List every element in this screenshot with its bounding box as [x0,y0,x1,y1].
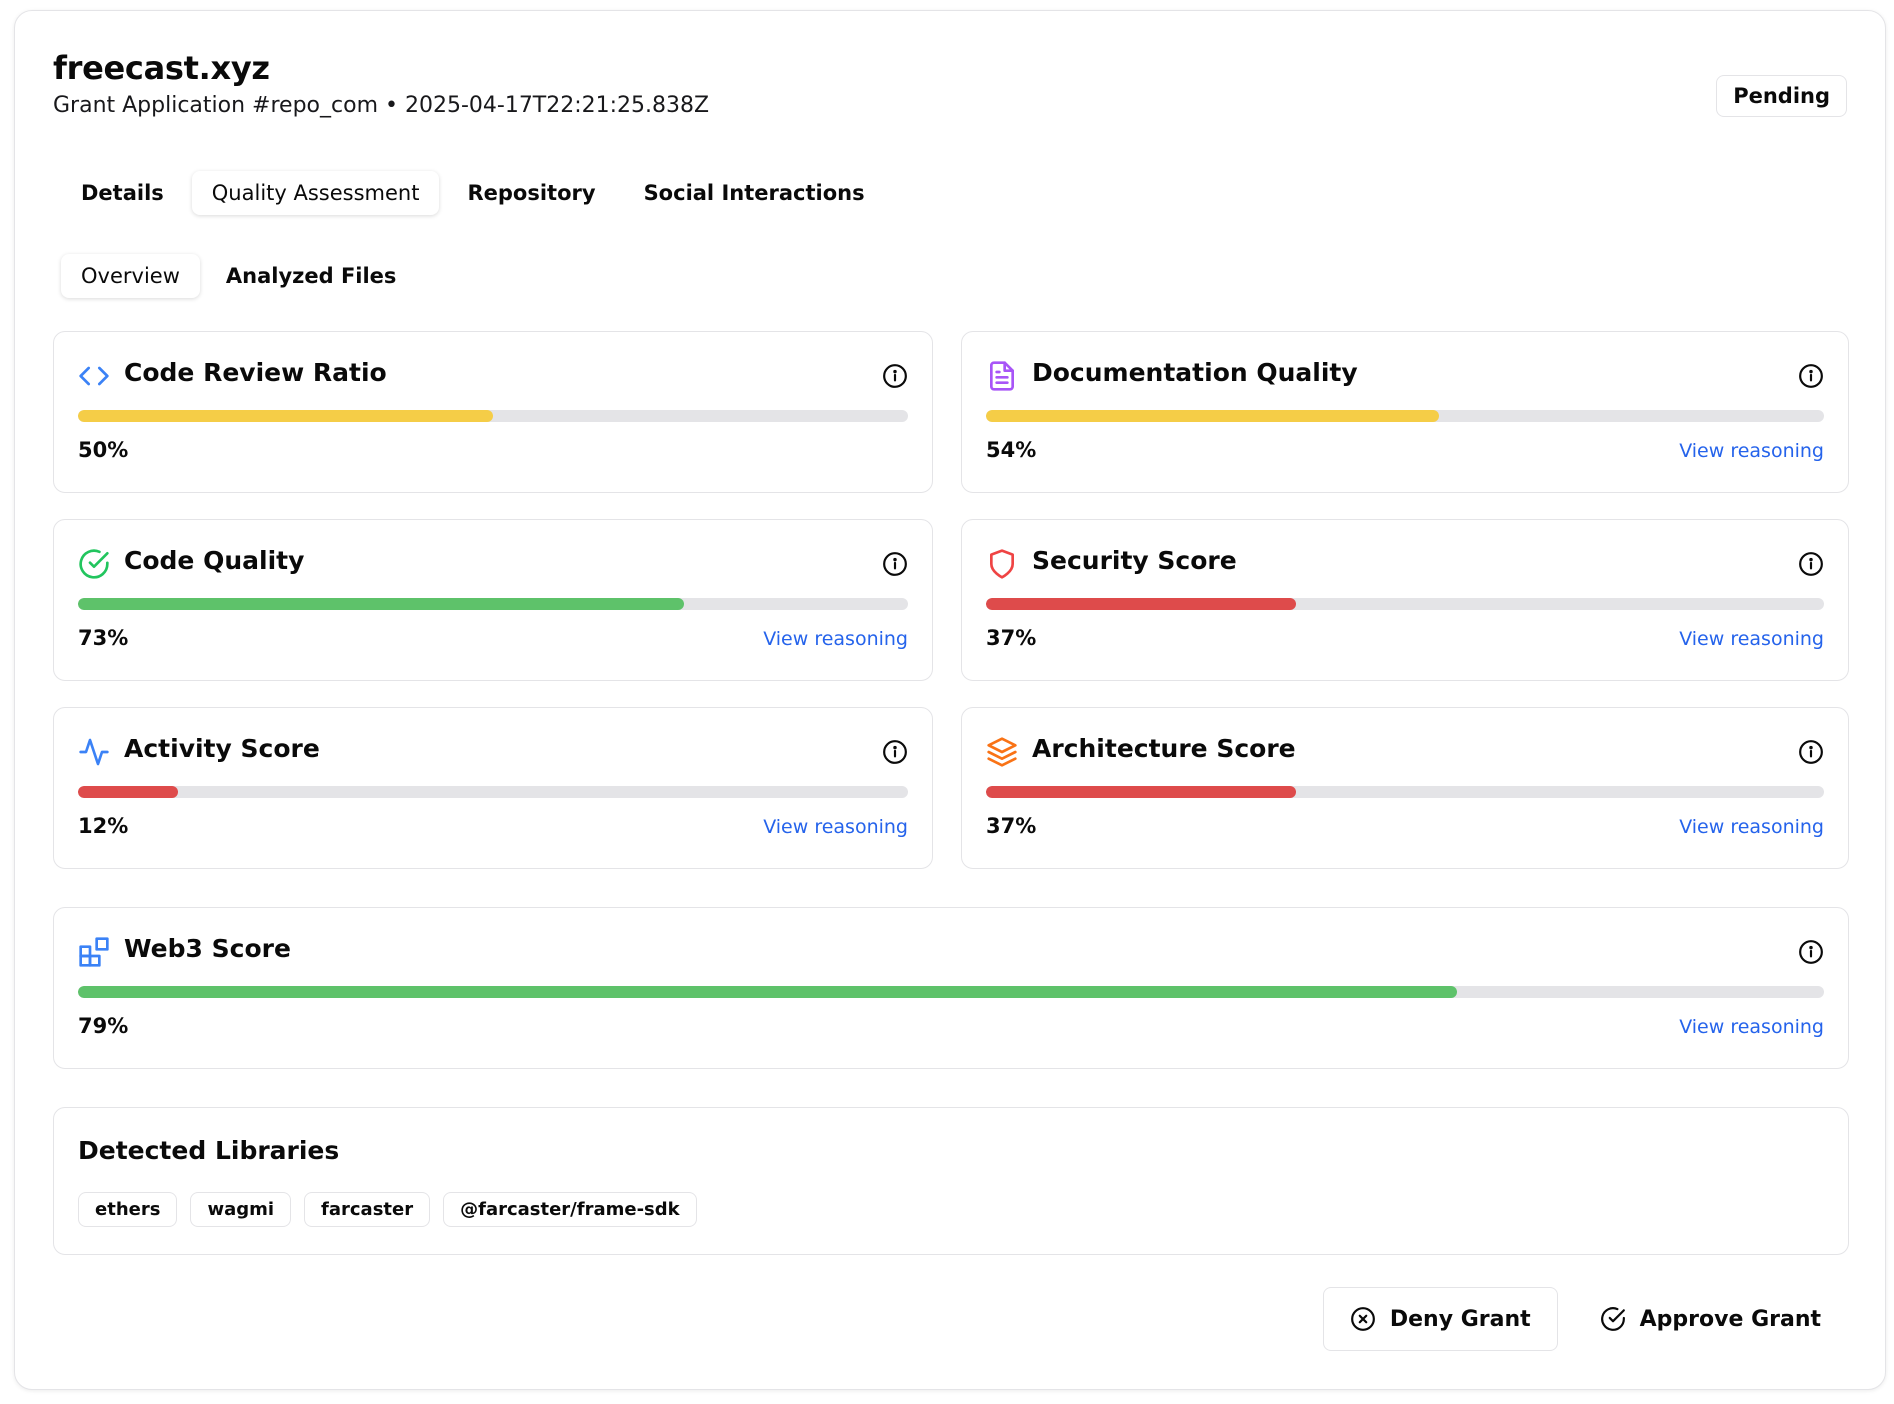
progress-track [78,410,908,422]
code-quality-card: Code Quality 73% View reasoning [53,519,933,681]
subtab-overview[interactable]: Overview [61,254,200,298]
score-value: 79% [78,1014,129,1038]
sub-tabs: Overview Analyzed Files [61,254,416,298]
progress-fill [78,786,178,798]
deny-grant-label: Deny Grant [1389,1306,1531,1332]
info-icon[interactable] [1798,939,1824,965]
grant-application-panel: freecast.xyz Grant Application #repo_com… [14,10,1886,1390]
view-reasoning-link[interactable]: View reasoning [1679,440,1824,462]
card-title: Activity Score [124,734,320,763]
action-bar: Deny Grant Approve Grant [1322,1287,1847,1351]
libraries-title: Detected Libraries [78,1136,340,1165]
score-value: 54% [986,438,1037,462]
detected-libraries-card: Detected Libraries ethers wagmi farcaste… [53,1107,1849,1255]
card-title: Architecture Score [1032,734,1296,763]
security-score-card: Security Score 37% View reasoning [961,519,1849,681]
check-circle-icon [79,549,109,579]
layers-icon [987,737,1017,767]
progress-track [78,986,1824,998]
score-value: 12% [78,814,129,838]
library-chip: wagmi [190,1192,292,1227]
view-reasoning-link[interactable]: View reasoning [1679,1016,1824,1038]
deny-grant-button[interactable]: Deny Grant [1322,1287,1558,1351]
library-chip: farcaster [304,1192,431,1227]
card-title: Code Review Ratio [124,358,387,387]
score-value: 73% [78,626,129,650]
status-badge: Pending [1716,75,1847,117]
view-reasoning-link[interactable]: View reasoning [763,816,908,838]
approve-grant-button[interactable]: Approve Grant [1573,1288,1847,1350]
view-reasoning-link[interactable]: View reasoning [1679,816,1824,838]
card-title: Documentation Quality [1032,358,1358,387]
activity-score-card: Activity Score 12% View reasoning [53,707,933,869]
tab-quality-assessment[interactable]: Quality Assessment [191,171,440,215]
progress-track [986,410,1824,422]
info-icon[interactable] [882,739,908,765]
application-subtitle: Grant Application #repo_com • 2025-04-17… [53,93,710,119]
main-tabs: Details Quality Assessment Repository So… [61,171,885,215]
progress-track [78,598,908,610]
tab-details[interactable]: Details [61,171,184,215]
blocks-icon [79,937,109,967]
info-icon[interactable] [1798,739,1824,765]
header: freecast.xyz Grant Application #repo_com… [53,49,1847,118]
card-title: Security Score [1032,546,1237,575]
score-value: 50% [78,438,129,462]
activity-icon [79,738,109,766]
view-reasoning-link[interactable]: View reasoning [763,628,908,650]
progress-track [78,786,908,798]
document-icon [990,361,1014,391]
progress-track [986,786,1824,798]
progress-fill [986,786,1297,798]
info-icon[interactable] [1798,363,1824,389]
progress-fill [78,598,684,610]
progress-fill [78,410,493,422]
code-icon [79,366,109,386]
documentation-quality-card: Documentation Quality 54% View reasoning [961,331,1849,493]
library-chip: @farcaster/frame-sdk [443,1192,697,1227]
progress-fill [986,410,1439,422]
x-circle-icon [1350,1307,1375,1331]
tab-social-interactions[interactable]: Social Interactions [624,171,885,215]
info-icon[interactable] [1798,551,1824,577]
code-review-card: Code Review Ratio 50% [53,331,933,493]
check-circle-icon [1600,1307,1625,1331]
card-title: Web3 Score [124,934,291,963]
view-reasoning-link[interactable]: View reasoning [1679,628,1824,650]
info-icon[interactable] [882,363,908,389]
progress-track [986,598,1824,610]
app-title: freecast.xyz [53,49,270,87]
score-value: 37% [986,814,1037,838]
subtab-analyzed-files[interactable]: Analyzed Files [206,254,417,298]
architecture-score-card: Architecture Score 37% View reasoning [961,707,1849,869]
card-title: Code Quality [124,546,305,575]
progress-fill [986,598,1297,610]
progress-fill [78,986,1458,998]
score-value: 37% [986,626,1037,650]
approve-grant-label: Approve Grant [1639,1306,1821,1332]
library-list: ethers wagmi farcaster @farcaster/frame-… [78,1192,697,1227]
web3-score-card: Web3 Score 79% View reasoning [53,907,1849,1069]
shield-icon [990,549,1014,579]
library-chip: ethers [78,1192,178,1227]
info-icon[interactable] [882,551,908,577]
tab-repository[interactable]: Repository [447,171,615,215]
